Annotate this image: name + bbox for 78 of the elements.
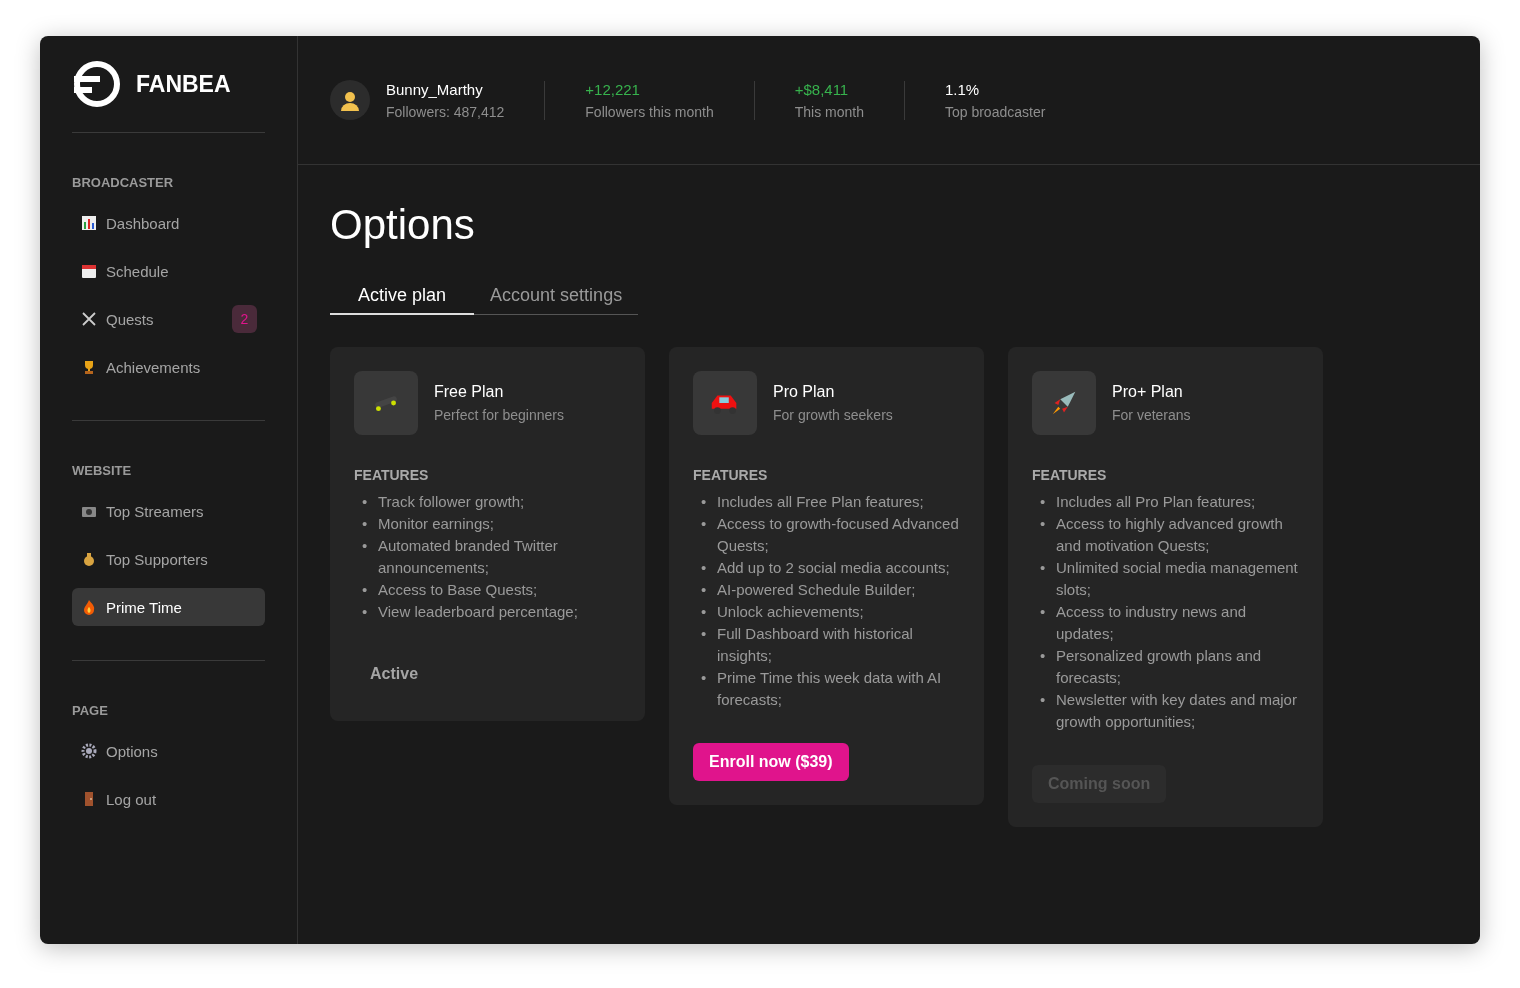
feature-item: Access to Base Quests; bbox=[378, 580, 539, 600]
feature-item: Add up to 2 social media accounts; bbox=[717, 558, 951, 578]
feature-item: Monitor earnings; bbox=[378, 514, 495, 534]
features-heading: FEATURES bbox=[354, 467, 430, 483]
follower-count: Followers: 487,412 bbox=[386, 103, 505, 120]
feature-item: View leaderboard percentage; bbox=[378, 602, 579, 622]
bullet: • bbox=[362, 536, 369, 556]
plan-subtitle: For growth seekers bbox=[773, 407, 893, 423]
sidebar-item[interactable]: Quests 2 bbox=[72, 300, 265, 338]
bullet: • bbox=[701, 602, 708, 622]
sidebar-item[interactable]: Schedule bbox=[72, 252, 265, 290]
bar-chart-icon bbox=[80, 214, 98, 232]
plan-name: Pro+ Plan bbox=[1112, 383, 1184, 401]
bullet: • bbox=[701, 580, 708, 600]
bullet: • bbox=[701, 558, 708, 578]
logo-icon bbox=[72, 59, 122, 109]
feature-item: Includes all Free Plan features; bbox=[717, 492, 925, 512]
bullet: • bbox=[1040, 492, 1047, 512]
bullet: • bbox=[1040, 558, 1047, 578]
bullet: • bbox=[362, 580, 369, 600]
sidebar-item[interactable]: Prime Time bbox=[72, 588, 265, 626]
stat-label: Followers this month bbox=[585, 103, 714, 120]
bullet: • bbox=[362, 492, 369, 512]
bullet: • bbox=[701, 668, 708, 688]
stat-label: This month bbox=[794, 103, 864, 120]
tab[interactable]: Account settings bbox=[474, 277, 639, 315]
page-title: Options bbox=[330, 201, 476, 249]
feature-item: AI-powered Schedule Builder; bbox=[717, 580, 917, 600]
feature-item: Unlock achievements; bbox=[717, 602, 865, 622]
feature-item: Automated branded Twitter announcements; bbox=[378, 536, 559, 578]
tab[interactable]: Active plan bbox=[330, 277, 475, 315]
section-title: BROADCASTER bbox=[72, 175, 175, 190]
sidebar-item[interactable]: Top Streamers bbox=[72, 492, 265, 530]
sidebar-item[interactable]: Achievements bbox=[72, 348, 265, 386]
feature-item: Access to growth-focused Advanced Quests; bbox=[717, 514, 960, 556]
section-title: PAGE bbox=[72, 703, 109, 718]
bullet: • bbox=[362, 602, 369, 622]
feature-item: Newsletter with key dates and major growth opportunities; bbox=[1056, 690, 1298, 732]
bullet: • bbox=[701, 624, 708, 644]
bullet: • bbox=[1040, 514, 1047, 534]
features-heading: FEATURES bbox=[693, 467, 769, 483]
gear-icon bbox=[80, 742, 98, 760]
sidebar-item[interactable]: Options bbox=[72, 732, 265, 770]
plan-name: Pro Plan bbox=[773, 383, 836, 401]
bullet: • bbox=[1040, 690, 1047, 710]
bullet: • bbox=[701, 492, 708, 512]
feature-item: Unlimited social media management slots; bbox=[1056, 558, 1299, 600]
feature-item: Prime Time this week data with AI forecasts; bbox=[717, 668, 943, 710]
plan-name: Free Plan bbox=[434, 383, 505, 401]
calendar-icon bbox=[80, 262, 98, 280]
plan-subtitle: For veterans bbox=[1112, 407, 1191, 423]
feature-item: Access to highly advanced growth and motivation Quests; bbox=[1056, 514, 1284, 556]
plan-status: Active bbox=[370, 665, 420, 683]
plan-subtitle: Perfect for beginners bbox=[434, 407, 564, 423]
stat-value: +12,221 bbox=[585, 80, 641, 98]
bullet: • bbox=[701, 514, 708, 534]
section-title: WEBSITE bbox=[72, 463, 133, 478]
brand-name: FANBEA bbox=[136, 70, 231, 98]
stat-value: +$8,411 bbox=[794, 80, 850, 98]
feature-item: Personalized growth plans and forecasts; bbox=[1056, 646, 1263, 688]
bullet: • bbox=[1040, 646, 1047, 666]
count-badge: 2 bbox=[232, 305, 257, 333]
feature-item: Full Dashboard with historical insights; bbox=[717, 624, 914, 666]
stat-value: 1.1% bbox=[944, 80, 981, 98]
sidebar-item[interactable]: Log out bbox=[72, 780, 265, 818]
user-name: Bunny_Marthy bbox=[386, 80, 484, 98]
person-icon bbox=[339, 89, 361, 111]
stat-label: Top broadcaster bbox=[944, 103, 1046, 120]
sidebar-item[interactable]: Dashboard bbox=[72, 204, 265, 242]
enroll-button[interactable]: Enroll now ($39) bbox=[693, 743, 849, 781]
bullet: • bbox=[1040, 602, 1047, 622]
sidebar-item[interactable]: Top Supporters bbox=[72, 540, 265, 578]
feature-item: Track follower growth; bbox=[378, 492, 526, 512]
crossed-swords-icon bbox=[80, 310, 98, 328]
feature-item: Access to industry news and updates; bbox=[1056, 602, 1248, 644]
features-heading: FEATURES bbox=[1032, 467, 1108, 483]
bullet: • bbox=[362, 514, 369, 534]
feature-item: Includes all Pro Plan features; bbox=[1056, 492, 1257, 512]
